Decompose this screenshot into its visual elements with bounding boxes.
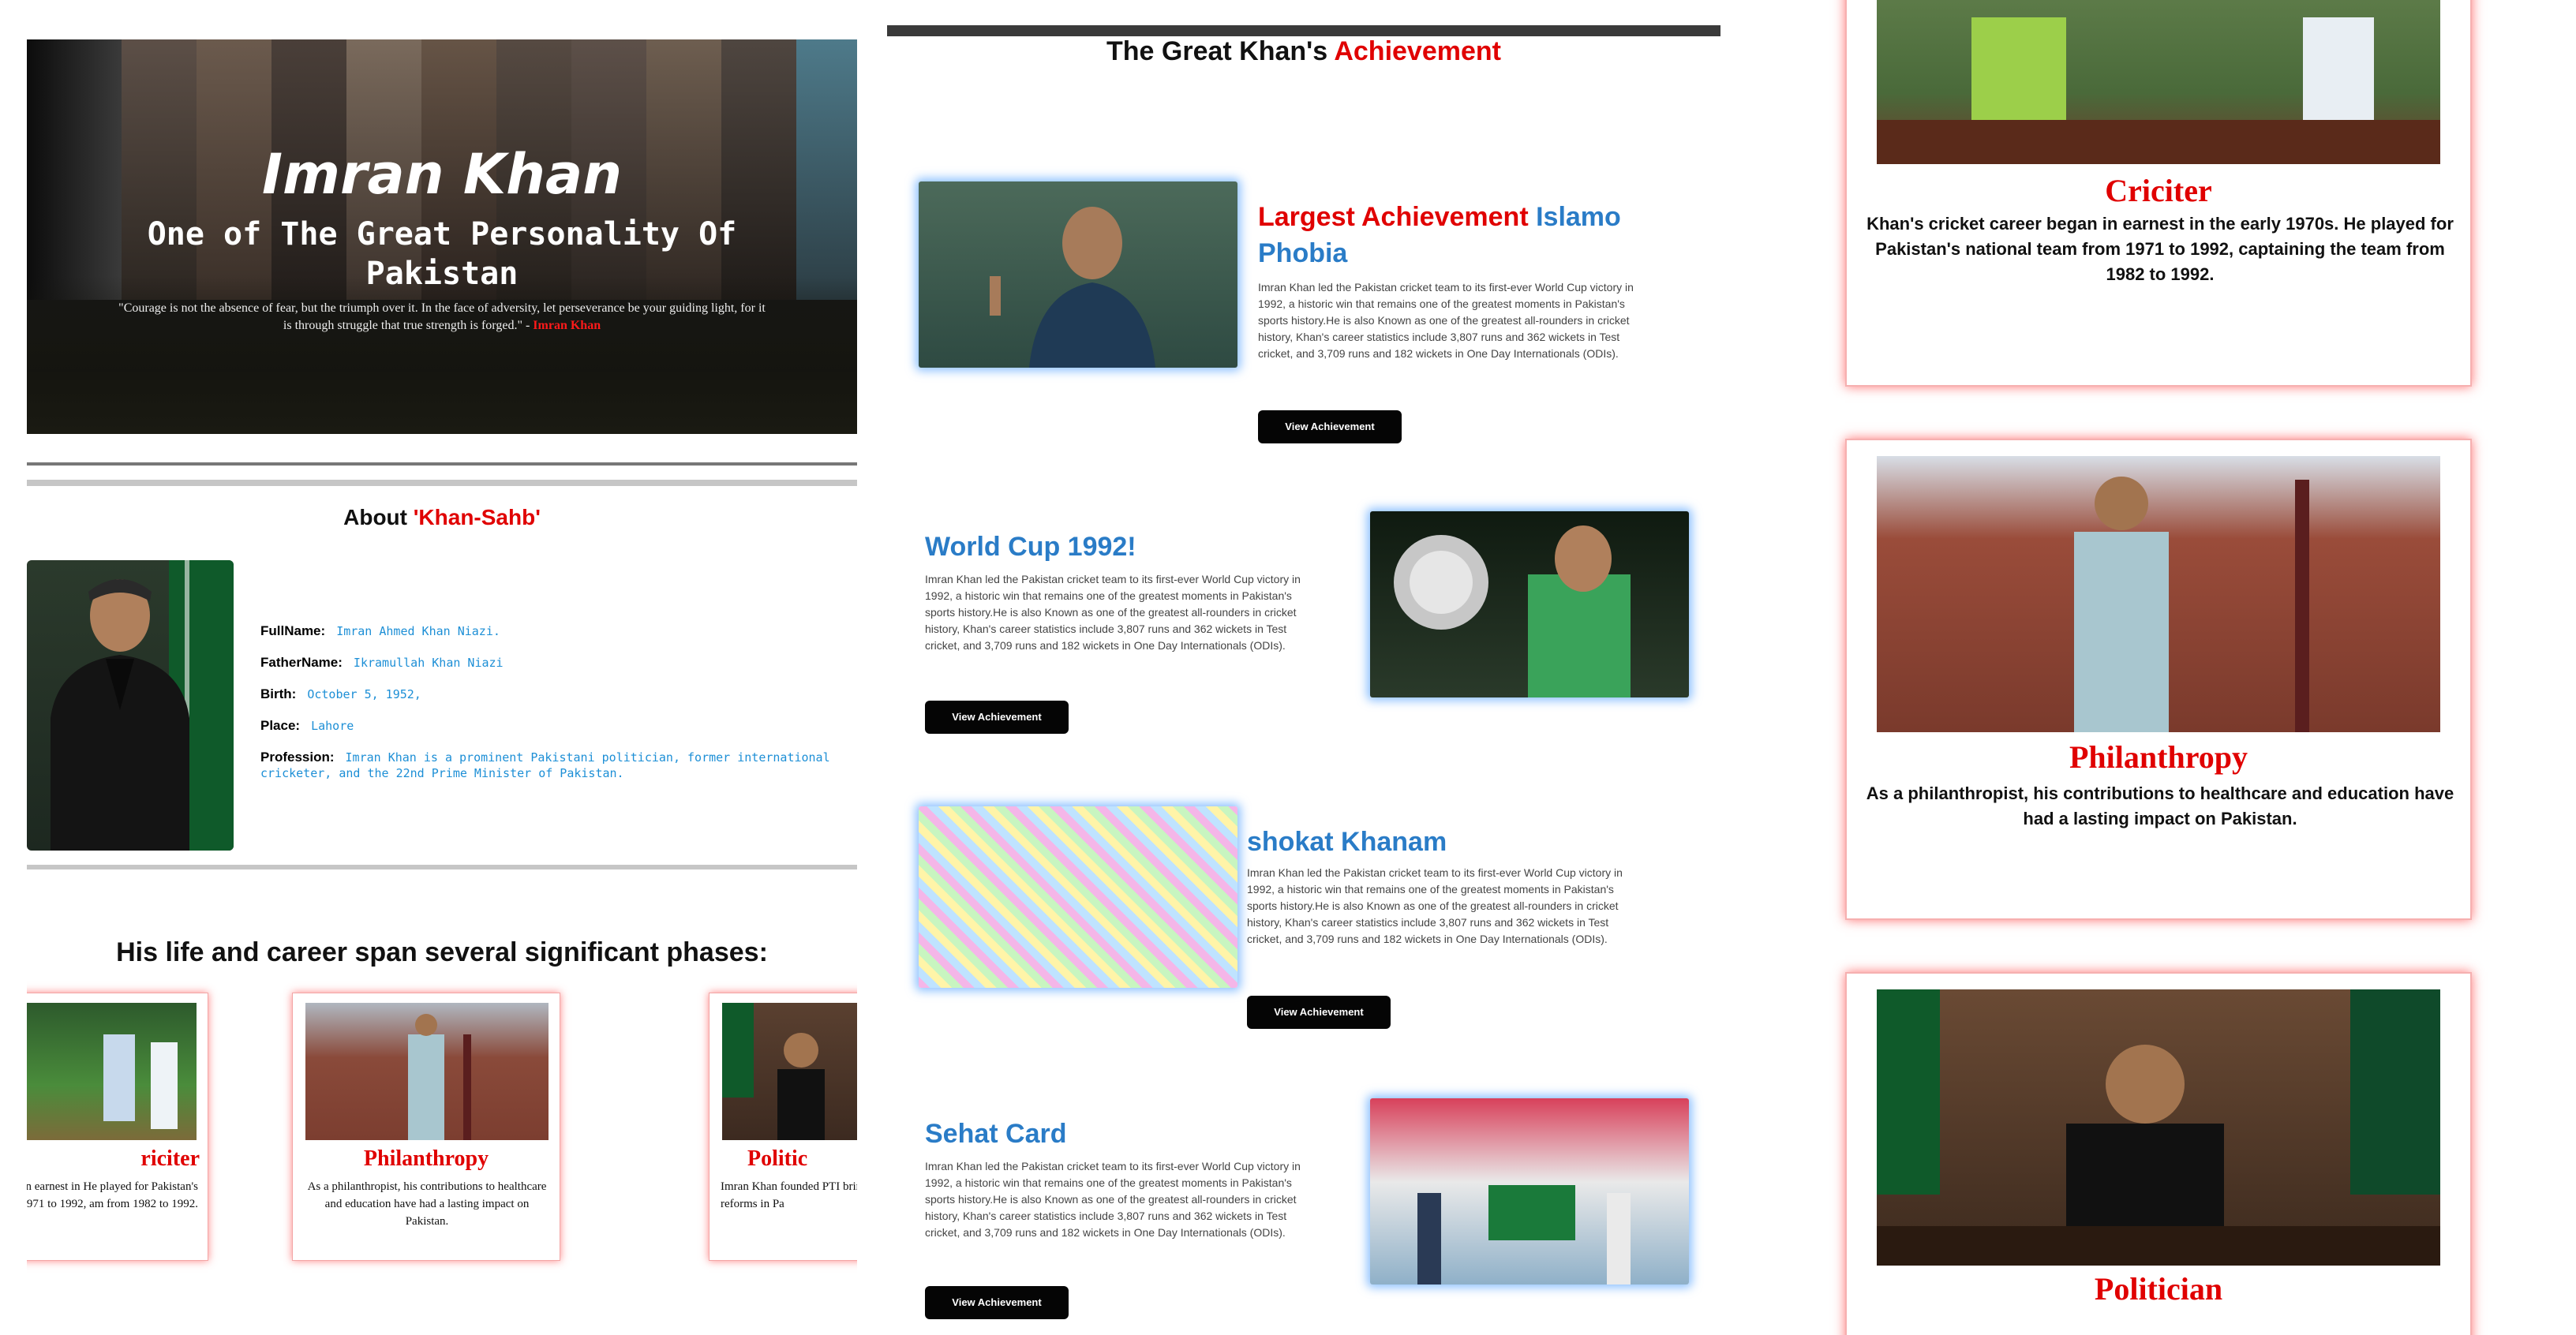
view-achievement-button[interactable]: View Achievement	[1258, 410, 1402, 443]
achievement-body: Imran Khan led the Pakistan cricket team…	[1247, 866, 1623, 945]
about-profession-label: Profession:	[260, 750, 335, 765]
career-card-politician[interactable]: Politician	[1845, 972, 2472, 1335]
phase-card-philanthropy[interactable]: Philanthropy As a philanthropist, his co…	[292, 993, 560, 1261]
phases-carousel[interactable]: riciter reer began in earnest in He play…	[27, 978, 857, 1278]
about-profession-row: Profession: Imran Khan is a prominent Pak…	[260, 750, 837, 781]
career-card-image	[1877, 0, 2440, 164]
about-details: FullName: Imran Ahmed Khan Niazi. FatherN…	[260, 623, 837, 797]
divider	[27, 865, 857, 869]
achievement-body: Imran Khan led the Pakistan cricket team…	[925, 573, 1301, 652]
achievement-heading-blue: Sehat Card	[925, 1119, 1067, 1149]
achievement-body: Imran Khan led the Pakistan cricket team…	[925, 1160, 1301, 1239]
achievement-image-sehatcard	[1370, 1098, 1689, 1285]
about-profession-value: Imran Khan is a prominent Pakistani poli…	[260, 750, 830, 780]
career-card-cricket[interactable]: Criciter Khan's cricket career began in …	[1845, 0, 2472, 387]
achievements-title: The Great Khan's Achievement	[887, 36, 1720, 67]
career-card-philanthropy[interactable]: Philanthropy As a philanthropist, his co…	[1845, 439, 2472, 920]
phase-card-title: Philanthropy	[363, 1146, 489, 1171]
achievements-title-prefix: The Great Khan's	[1106, 36, 1335, 66]
about-fullname-label: FullName:	[260, 623, 326, 638]
about-place-value: Lahore	[311, 719, 354, 733]
panel-achievements: The Great Khan's Achievement Largest Ach…	[868, 0, 1720, 1335]
phase-card-title: riciter	[140, 1146, 200, 1171]
achievement-heading-sehatcard: Sehat Card	[925, 1116, 1351, 1152]
about-fathername-row: FatherName: Ikramullah Khan Niazi	[260, 655, 837, 671]
achievement-heading-red: Largest Achievement	[1258, 202, 1537, 232]
about-photo	[27, 560, 234, 851]
about-fullname-value: Imran Ahmed Khan Niazi.	[336, 624, 500, 638]
achievement-image-islamophobia	[919, 181, 1237, 368]
hero-subtitle: One of The Great Personality Of Pakistan	[147, 216, 737, 292]
achievement-image-shokatkhanam	[919, 806, 1237, 988]
career-card-title: Criciter	[2105, 173, 2212, 208]
philanthropy-illustration	[408, 1014, 471, 1140]
about-title: About 'Khan-Sahb'	[27, 505, 857, 530]
career-card-title: Politician	[2094, 1271, 2223, 1307]
phase-card-text: Imran Khan founded PTI bring about socia…	[721, 1180, 857, 1210]
cricket-illustration	[1877, 17, 2440, 164]
view-achievement-button[interactable]: View Achievement	[925, 701, 1069, 734]
politician-illustration	[1877, 989, 2440, 1266]
hero-quote: "Courage is not the absence of fear, but…	[27, 300, 857, 335]
view-achievement-button[interactable]: View Achievement	[1247, 996, 1391, 1029]
phase-card-cricket[interactable]: riciter reer began in earnest in He play…	[27, 993, 208, 1261]
about-birth-label: Birth:	[260, 686, 297, 701]
portrait-illustration	[51, 560, 234, 851]
career-card-image	[1877, 456, 2440, 732]
phase-card-text: reer began in earnest in He played for P…	[27, 1180, 198, 1210]
panel-homepage-preview: Imran Khan One of The Great Personality …	[0, 0, 868, 1335]
phase-card-politician[interactable]: Politic Imran Khan founded PTI bring abo…	[709, 993, 857, 1261]
hero-quote-author: Imran Khan	[533, 319, 601, 332]
about-place-label: Place:	[260, 718, 301, 733]
achievement-heading-blue: World Cup 1992!	[925, 532, 1136, 562]
about-fullname-row: FullName: Imran Ahmed Khan Niazi.	[260, 623, 837, 639]
achievements-title-highlight: Achievement	[1334, 36, 1501, 66]
ceremony-illustration	[1417, 1185, 1631, 1285]
career-card-text: Khan's cricket career began in earnest i…	[1866, 214, 2454, 284]
phase-card-image	[722, 1003, 857, 1140]
about-fathername-value: Ikramullah Khan Niazi	[353, 656, 504, 670]
phase-card-image	[305, 1003, 549, 1140]
about-title-prefix: About	[343, 505, 414, 529]
career-card-image	[1877, 989, 2440, 1266]
cricket-illustration	[103, 1034, 178, 1129]
about-place-row: Place: Lahore	[260, 718, 837, 734]
achievement-heading-worldcup: World Cup 1992!	[925, 529, 1351, 565]
about-birth-value: October 5, 1952,	[307, 687, 421, 701]
hero-quote-text: "Courage is not the absence of fear, but…	[118, 301, 766, 332]
top-divider	[887, 25, 1720, 36]
career-card-text: As a philanthropist, his contributions t…	[1866, 783, 2454, 828]
phase-card-text: As a philanthropist, his contributions t…	[307, 1180, 547, 1228]
divider	[27, 462, 857, 466]
achievement-heading-blue: shokat Khanam	[1247, 827, 1447, 857]
trophy-illustration	[1394, 525, 1631, 697]
view-achievement-button[interactable]: View Achievement	[925, 1286, 1069, 1319]
about-fathername-label: FatherName:	[260, 655, 343, 670]
hero-banner: Imran Khan One of The Great Personality …	[27, 39, 857, 434]
philanthropy-illustration	[2074, 477, 2309, 732]
speech-illustration	[990, 207, 1155, 368]
about-title-highlight: 'Khan-Sahb'	[413, 505, 541, 529]
achievement-heading-islamophobia: Largest Achievement Islamo Phobia	[1258, 199, 1668, 271]
panel-career-cards: Criciter Khan's cricket career began in …	[1720, 0, 2576, 1335]
phases-title: His life and career span several signifi…	[116, 937, 768, 967]
career-card-title: Philanthropy	[2069, 739, 2248, 775]
hero-name: Imran Khan	[261, 142, 623, 207]
achievement-image-worldcup	[1370, 511, 1689, 697]
achievement-heading-shokatkhanam: shokat Khanam	[1247, 824, 1657, 860]
politician-illustration	[722, 1003, 825, 1140]
divider	[27, 480, 857, 486]
achievement-body: Imran Khan led the Pakistan cricket team…	[1258, 281, 1634, 360]
phase-card-image	[27, 1003, 197, 1140]
about-birth-row: Birth: October 5, 1952,	[260, 686, 837, 702]
phase-card-title: Politic	[747, 1146, 808, 1171]
